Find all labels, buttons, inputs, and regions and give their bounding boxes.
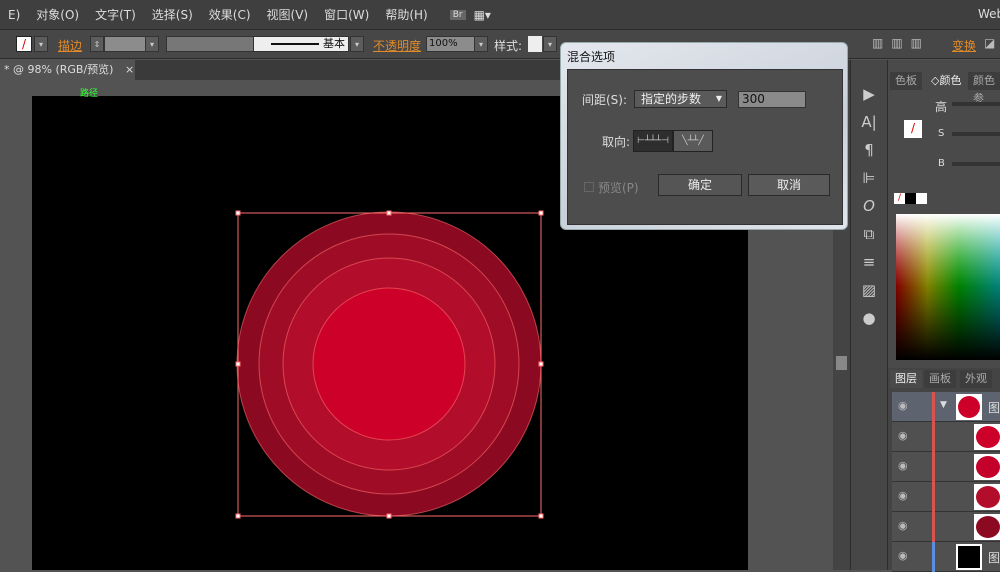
pathfinder-icon[interactable]: ⧉ xyxy=(851,220,887,248)
scroll-thumb[interactable] xyxy=(836,356,847,370)
layer-color-bar xyxy=(932,422,935,452)
layer-color-bar xyxy=(932,512,935,542)
tab-artboards[interactable]: 画板 xyxy=(924,370,956,388)
layer-row[interactable]: ◉ 图 xyxy=(892,542,1000,572)
layer-color-bar xyxy=(932,392,935,422)
resize-handle[interactable] xyxy=(538,361,544,367)
dialog-title: 混合选项 xyxy=(567,50,616,64)
eye-icon[interactable]: ◉ xyxy=(898,429,908,442)
layer-color-bar xyxy=(932,482,935,512)
slider-b[interactable] xyxy=(952,162,1000,166)
layer-thumbnail xyxy=(974,514,1000,540)
slider-h-label: 高 xyxy=(935,100,948,114)
slider-b-label: B xyxy=(938,158,945,169)
stroke-swatch[interactable]: / xyxy=(904,120,922,138)
layer-row[interactable]: ◉ ▼ 图 xyxy=(892,392,1000,422)
opentype-icon[interactable]: O xyxy=(851,192,887,220)
gradient-icon[interactable]: ▨ xyxy=(851,276,887,304)
preview-label: 预览(P) xyxy=(598,181,639,195)
black-swatch[interactable] xyxy=(905,193,916,204)
layer-thumbnail xyxy=(974,424,1000,450)
tab-layers[interactable]: 图层 xyxy=(890,370,922,388)
layer-color-bar xyxy=(932,452,935,482)
tab-appearance[interactable]: 外观 xyxy=(960,370,992,388)
layer-thumbnail xyxy=(974,454,1000,480)
cancel-button[interactable]: 取消 xyxy=(748,174,830,196)
blend-options-dialog: 混合选项 间距(S): 指定的步数 ▼ 300 取向: ⊢┴┴┴⊣ ╲┴┴╱ 预览… xyxy=(560,42,848,230)
slider-s-label: S xyxy=(938,128,945,139)
resize-handle[interactable] xyxy=(235,361,241,367)
resize-handle[interactable] xyxy=(235,513,241,519)
layer-row[interactable]: ◉ xyxy=(892,512,1000,542)
preview-checkbox[interactable] xyxy=(584,182,594,192)
eye-icon[interactable]: ◉ xyxy=(898,459,908,472)
circle-center[interactable] xyxy=(312,287,466,441)
eye-icon[interactable]: ◉ xyxy=(898,519,908,532)
resize-handle[interactable] xyxy=(386,513,392,519)
eye-icon[interactable]: ◉ xyxy=(898,399,908,412)
character-icon[interactable]: A| xyxy=(851,108,887,136)
align-to-page-button[interactable]: ⊢┴┴┴⊣ xyxy=(633,130,673,152)
spacing-select[interactable]: 指定的步数 ▼ xyxy=(634,90,727,108)
layer-thumbnail xyxy=(956,394,982,420)
expand-triangle-icon[interactable]: ▼ xyxy=(940,400,947,410)
panel-icon-strip: ▶ A| ¶ ⊫ O ⧉ ≡ ▨ ● xyxy=(850,60,887,570)
layer-name: 图 xyxy=(988,551,1000,565)
layers-panel: 图层 画板 外观 ◉ ▼ 图 ◉ ◉ ◉ ◉ ◉ 图 xyxy=(888,368,1000,572)
slider-s[interactable] xyxy=(952,132,1000,136)
resize-handle[interactable] xyxy=(538,513,544,519)
spacing-label: 间距(S): xyxy=(582,93,628,107)
play-action-icon[interactable]: ▶ xyxy=(851,80,887,108)
color-spectrum[interactable] xyxy=(896,214,1000,360)
ok-button[interactable]: 确定 xyxy=(658,174,742,196)
orientation-label: 取向: xyxy=(602,135,631,149)
white-swatch[interactable] xyxy=(916,193,927,204)
tab-swatches[interactable]: 色板 xyxy=(890,72,922,90)
layer-row[interactable]: ◉ xyxy=(892,422,1000,452)
spacing-value: 指定的步数 xyxy=(641,92,702,106)
layer-thumbnail xyxy=(956,544,982,570)
resize-handle[interactable] xyxy=(235,210,241,216)
paragraph-icon[interactable]: ¶ xyxy=(851,136,887,164)
tab-color-guide[interactable]: 颜色参 xyxy=(968,72,1000,105)
layer-row[interactable]: ◉ xyxy=(892,452,1000,482)
none-swatch[interactable]: / xyxy=(894,193,905,204)
layer-thumbnail xyxy=(974,484,1000,510)
align-to-path-button[interactable]: ╲┴┴╱ xyxy=(673,130,713,152)
color-panel: 色板 ◇颜色 颜色参 / 高 S B / 图层 画板 外观 ◉ ▼ 图 ◉ ◉ ◉ ◉ ◉ 图 xyxy=(887,60,1000,572)
transparency-icon[interactable]: ● xyxy=(851,304,887,332)
layer-row[interactable]: ◉ xyxy=(892,482,1000,512)
eye-icon[interactable]: ◉ xyxy=(898,489,908,502)
tab-color[interactable]: ◇颜色 xyxy=(926,72,967,90)
resize-handle[interactable] xyxy=(538,210,544,216)
slider-h[interactable] xyxy=(952,102,1000,106)
resize-handle[interactable] xyxy=(386,210,392,216)
stroke-panel-icon[interactable]: ≡ xyxy=(851,248,887,276)
layer-name: 图 xyxy=(988,401,1000,415)
steps-input[interactable]: 300 xyxy=(738,91,806,108)
layer-color-bar xyxy=(932,542,935,572)
eye-icon[interactable]: ◉ xyxy=(898,549,908,562)
chevron-down-icon: ▼ xyxy=(715,94,722,103)
align-panel-icon[interactable]: ⊫ xyxy=(851,164,887,192)
